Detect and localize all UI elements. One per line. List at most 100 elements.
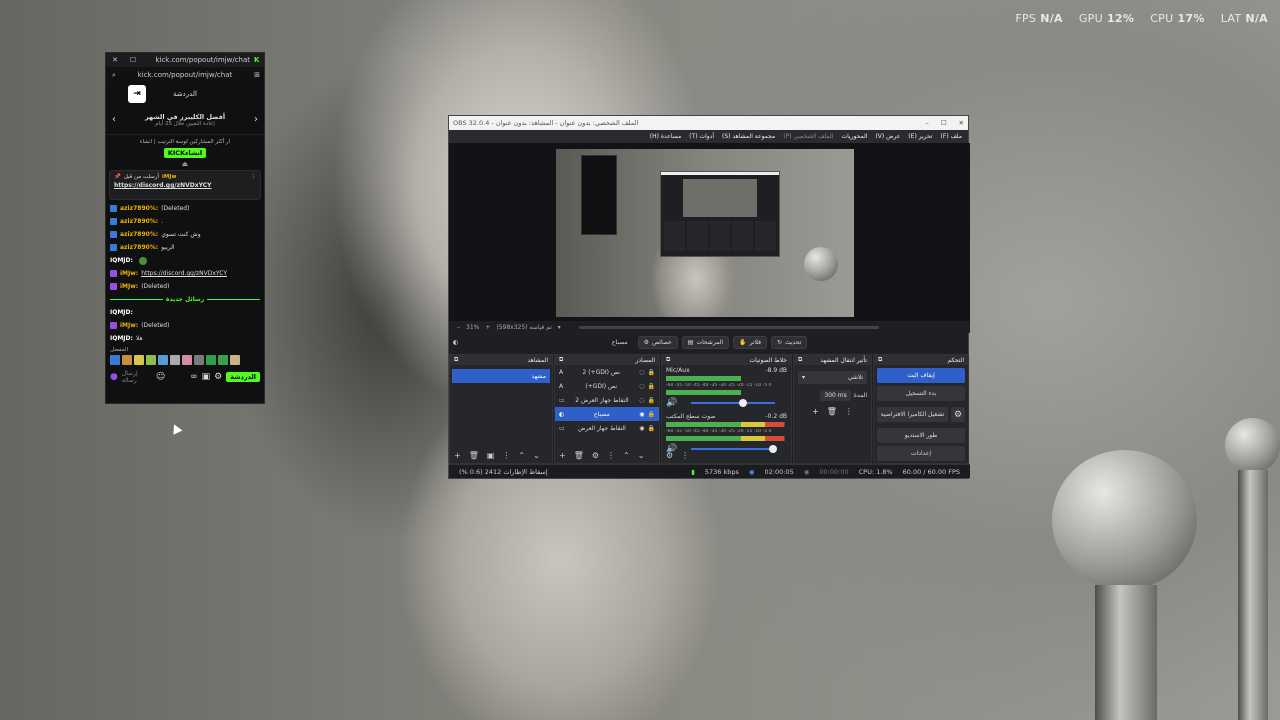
- eye-hidden-icon[interactable]: ◌: [639, 383, 644, 390]
- close-icon[interactable]: ✕: [106, 56, 124, 64]
- source-item[interactable]: 🔒 ◉ مصباح ◐: [555, 407, 659, 421]
- lock-icon[interactable]: 🔒: [648, 383, 655, 390]
- scene-item[interactable]: مشهد: [452, 369, 550, 383]
- more-icon[interactable]: ⋮: [251, 174, 257, 180]
- studio-mode-button[interactable]: طور الاستديو: [877, 428, 965, 443]
- start-recording-button[interactable]: بدء التسجيل: [877, 386, 965, 401]
- virtual-camera-button[interactable]: تشغيل الكاميرا الافتراضية: [877, 407, 948, 422]
- refresh-button[interactable]: ↻ تحديث: [771, 335, 808, 349]
- emote-icon[interactable]: [158, 355, 168, 365]
- dock-undock-icon[interactable]: ⧉: [454, 356, 458, 364]
- chevron-right-icon[interactable]: ›: [254, 114, 258, 125]
- gear-icon[interactable]: ⚙: [951, 407, 965, 422]
- transition-select[interactable]: تلاشي ▾: [798, 371, 867, 384]
- settings-icon[interactable]: ⚙: [214, 372, 222, 382]
- menu-scene-collection[interactable]: مجموعة المشاهد (S): [722, 133, 775, 140]
- trash-icon[interactable]: 🗑: [469, 451, 479, 460]
- add-icon[interactable]: +: [454, 451, 461, 460]
- more-icon[interactable]: ⋮: [845, 407, 853, 416]
- tabs-icon[interactable]: ⊞: [254, 71, 260, 79]
- eye-hidden-icon[interactable]: ◌: [639, 369, 644, 376]
- trash-icon[interactable]: 🗑: [574, 451, 584, 460]
- zoom-out-icon[interactable]: –: [457, 324, 460, 331]
- zoom-in-icon[interactable]: +: [485, 324, 490, 331]
- eye-hidden-icon[interactable]: ◌: [639, 397, 644, 404]
- emote-icon[interactable]: [206, 355, 216, 365]
- up-icon[interactable]: ⌃: [623, 451, 630, 460]
- dock-undock-icon[interactable]: ⧉: [878, 356, 882, 364]
- kick-url-bar[interactable]: ⌕ kick.com/popout/imjw/chat ⊞: [106, 67, 264, 83]
- preview-scrollbar[interactable]: [578, 325, 879, 329]
- emote-icon[interactable]: [218, 355, 228, 365]
- emote-icon[interactable]: [146, 355, 156, 365]
- source-item[interactable]: 🔒 ◌ التقاط جهاز العرض 2 ▭: [555, 393, 659, 407]
- message-input[interactable]: إرسال رسالة: [122, 370, 152, 384]
- menu-help[interactable]: مساعدة (H): [650, 133, 681, 140]
- slider-handle[interactable]: [739, 399, 748, 407]
- duration-input[interactable]: 300 ms: [820, 390, 851, 401]
- emote-icon[interactable]: [170, 355, 180, 365]
- gear-icon[interactable]: ⚙: [592, 451, 599, 460]
- mic-icon[interactable]: ●: [110, 372, 118, 382]
- chevron-down-icon[interactable]: ▾: [558, 324, 561, 331]
- dock-undock-icon[interactable]: ⧉: [559, 356, 563, 364]
- lock-icon[interactable]: 🔒: [648, 425, 655, 432]
- add-icon[interactable]: +: [812, 407, 819, 416]
- source-item[interactable]: 🔒 ◌ نص (GDI+) 2A: [555, 365, 659, 379]
- eject-icon[interactable]: ⏏: [110, 160, 260, 168]
- down-icon[interactable]: ⌄: [638, 451, 645, 460]
- lock-icon[interactable]: 🔒: [648, 411, 655, 418]
- lock-icon[interactable]: 🔒: [648, 397, 655, 404]
- maximize-icon[interactable]: ☐: [124, 56, 142, 64]
- properties-button[interactable]: ⚙ خصائص: [637, 335, 678, 349]
- menu-view[interactable]: عرض (V): [875, 133, 900, 140]
- eye-icon[interactable]: ◉: [639, 411, 644, 418]
- filters-button[interactable]: ▤ المرشحات: [681, 335, 730, 349]
- chevron-left-icon[interactable]: ‹: [112, 114, 116, 125]
- send-chat-button[interactable]: الدردشة: [226, 372, 260, 382]
- emote-icon[interactable]: [182, 355, 192, 365]
- source-item[interactable]: 🔒 ◌ نص (GDI+) A: [555, 379, 659, 393]
- more-icon[interactable]: ⋮: [681, 451, 689, 460]
- create-clip-button[interactable]: KICKانشاء: [163, 148, 207, 158]
- maximize-icon[interactable]: ☐: [941, 119, 947, 127]
- up-icon[interactable]: ⌃: [518, 451, 525, 460]
- link-icon[interactable]: ∞: [190, 372, 198, 382]
- add-icon[interactable]: +: [559, 451, 566, 460]
- more-icon[interactable]: ⋮: [607, 451, 615, 460]
- menu-file[interactable]: ملف (F): [941, 133, 962, 140]
- trash-icon[interactable]: 🗑: [827, 407, 837, 416]
- emote-icon[interactable]: [122, 355, 132, 365]
- source-item[interactable]: 🔒 ◉ التقاط جهاز العرض ▭: [555, 421, 659, 435]
- emote-icon[interactable]: [194, 355, 204, 365]
- speaker-icon[interactable]: 🔊: [666, 398, 677, 408]
- obs-preview[interactable]: [449, 143, 970, 321]
- chat-collapse-icon[interactable]: ⇥: [128, 85, 146, 103]
- emote-icon[interactable]: [134, 355, 144, 365]
- deactivate-button[interactable]: ✋ فلاتر: [733, 335, 768, 349]
- dock-undock-icon[interactable]: ⧉: [666, 356, 670, 364]
- emoji-icon[interactable]: ☺: [156, 372, 165, 382]
- dock-undock-icon[interactable]: ⧉: [798, 356, 802, 364]
- settings-button[interactable]: إعدادات: [877, 446, 965, 461]
- gear-icon[interactable]: ⚙: [666, 451, 673, 460]
- kick-tab-title: kick.com/popout/imjw/chat: [155, 56, 250, 64]
- stop-streaming-button[interactable]: إيقاف البث: [877, 368, 965, 383]
- gift-icon[interactable]: ▣: [202, 372, 211, 382]
- emote-icon[interactable]: [110, 355, 120, 365]
- menu-edit[interactable]: تحرير (E): [908, 133, 932, 140]
- down-icon[interactable]: ⌄: [533, 451, 540, 460]
- close-icon[interactable]: ✕: [959, 119, 964, 127]
- menu-docks[interactable]: المحوريات: [841, 133, 867, 140]
- menu-tools[interactable]: أدوات (T): [689, 133, 714, 140]
- volume-slider[interactable]: [691, 399, 775, 407]
- minimize-icon[interactable]: –: [925, 119, 928, 127]
- pinned-link[interactable]: https://discord.gg/zNVDxYCY: [114, 182, 256, 189]
- emote-icon[interactable]: [230, 355, 240, 365]
- filter-icon[interactable]: ▣: [487, 451, 495, 460]
- more-icon[interactable]: ⋮: [502, 451, 510, 460]
- volume-slider[interactable]: [691, 445, 778, 453]
- menu-profile[interactable]: الملف الشخصي (P): [783, 133, 833, 140]
- eye-icon[interactable]: ◉: [639, 425, 644, 432]
- lock-icon[interactable]: 🔒: [648, 369, 655, 376]
